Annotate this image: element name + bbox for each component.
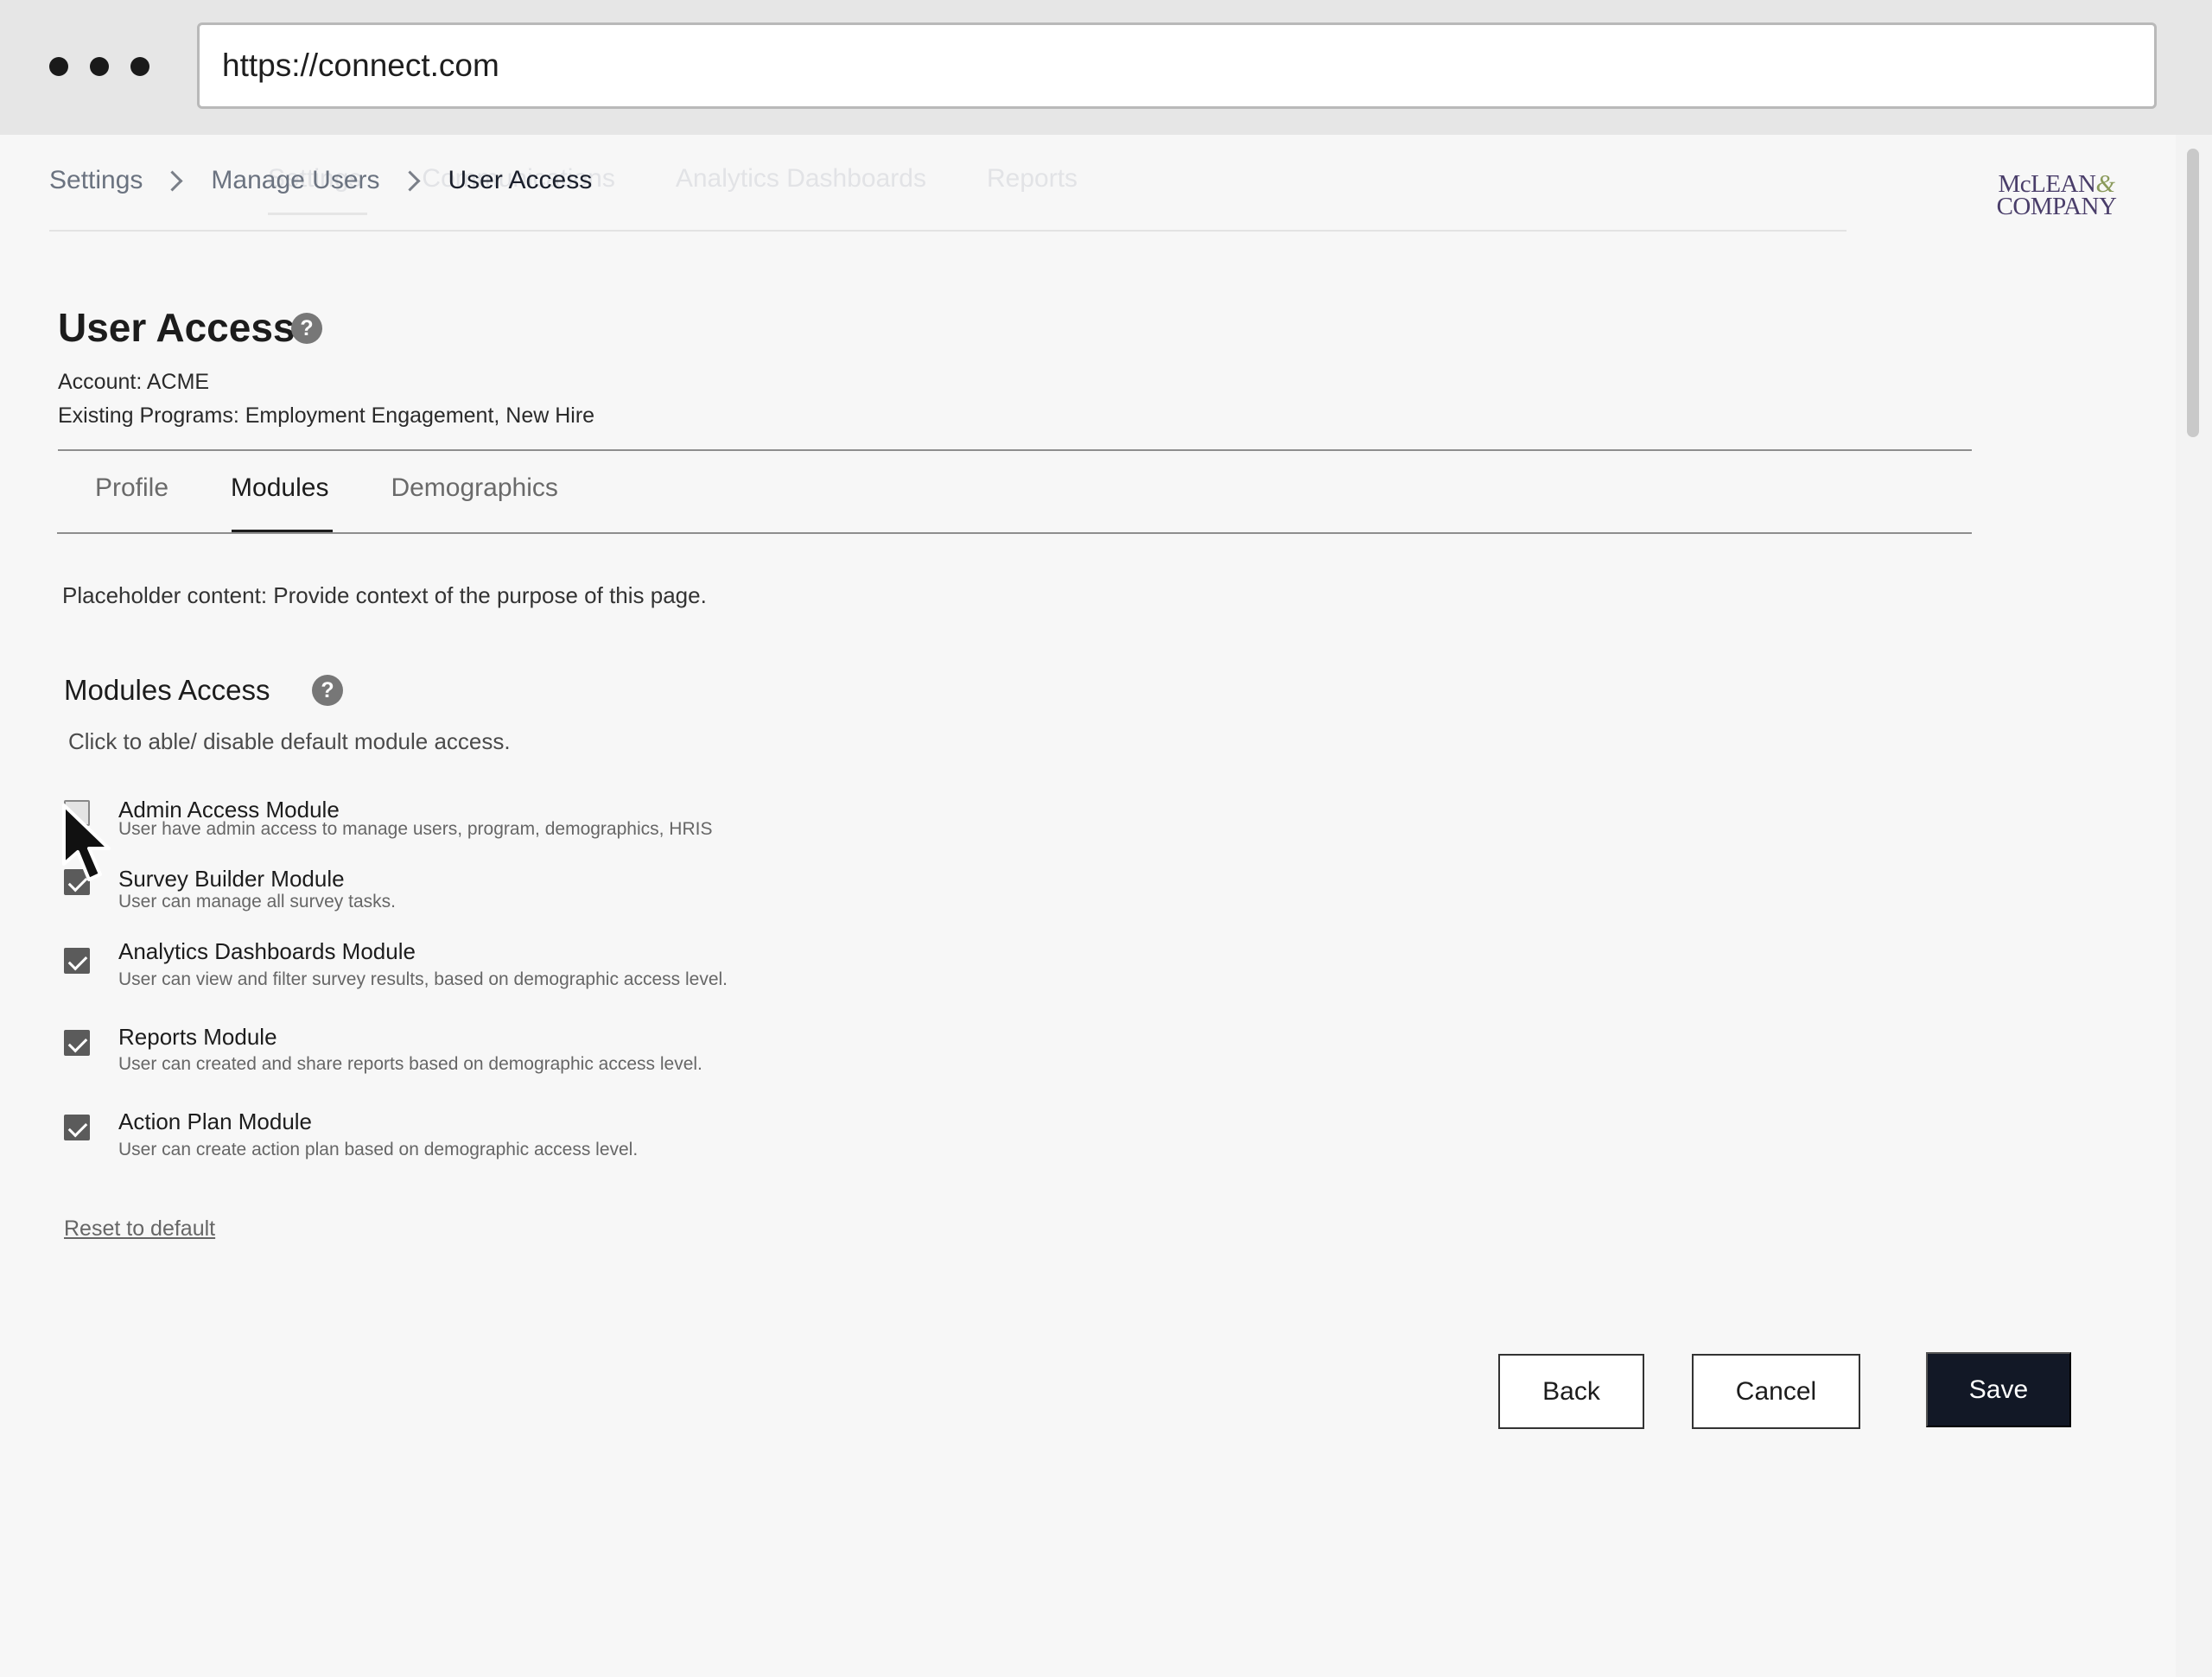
menu-dot-icon	[90, 57, 109, 76]
action-plan-checkbox[interactable]	[64, 1115, 90, 1140]
module-description: User can view and filter survey results,…	[118, 969, 728, 989]
module-description: User have admin access to manage users, …	[118, 819, 713, 839]
reports-checkbox[interactable]	[64, 1030, 90, 1056]
module-description: User can manage all survey tasks.	[118, 892, 396, 912]
breadcrumb: Settings Manage Users User Access	[49, 166, 592, 195]
logo-line2: COMPANY	[1996, 193, 2117, 220]
ghost-nav-item: Analytics Dashboards	[675, 164, 926, 193]
url-text: https://connect.com	[222, 48, 499, 83]
modules-access-title: Modules Access	[64, 674, 270, 706]
browser-toolbar: https://connect.com	[0, 0, 2212, 135]
module-name: Analytics Dashboards Module	[118, 938, 416, 964]
mouse-pointer-icon	[62, 804, 111, 881]
breadcrumb-manage-users[interactable]: Manage Users	[211, 166, 379, 195]
ghost-nav-item: Reports	[986, 164, 1078, 193]
breadcrumb-user-access: User Access	[448, 166, 593, 194]
header-divider	[58, 449, 1972, 451]
module-name: Action Plan Module	[118, 1108, 313, 1134]
help-icon[interactable]: ?	[291, 313, 322, 344]
module-name: Survey Builder Module	[118, 866, 345, 892]
tab-bar: Profile Modules Demographics	[57, 473, 558, 503]
module-description: User can create action plan based on dem…	[118, 1140, 639, 1159]
tab-demographics[interactable]: Demographics	[391, 473, 557, 503]
ghost-nav-underline	[268, 213, 367, 215]
page-context-text: Placeholder content: Provide context of …	[62, 582, 707, 608]
analytics-dashboards-checkbox[interactable]	[64, 948, 90, 974]
tab-profile[interactable]: Profile	[95, 473, 168, 503]
save-button[interactable]: Save	[1926, 1352, 2071, 1427]
modules-access-description: Click to able/ disable default module ac…	[68, 728, 511, 754]
reset-to-default-link[interactable]: Reset to default	[64, 1216, 215, 1242]
company-logo: McLEAN& COMPANY	[1987, 172, 2126, 220]
chevron-right-icon	[162, 169, 183, 192]
module-description: User can created and share reports based…	[118, 1054, 702, 1074]
existing-programs-label: Existing Programs: Employment Engagement…	[58, 403, 595, 428]
scrollbar-thumb[interactable]	[2187, 149, 2199, 437]
address-bar[interactable]: https://connect.com	[197, 22, 2157, 109]
breadcrumb-divider	[49, 230, 1847, 232]
account-label: Account: ACME	[58, 370, 210, 394]
help-icon[interactable]: ?	[312, 675, 343, 706]
back-button[interactable]: Back	[1498, 1354, 1644, 1429]
page-title: User Access	[58, 305, 296, 350]
module-name: Reports Module	[118, 1024, 277, 1050]
chevron-right-icon	[398, 169, 421, 192]
cancel-button[interactable]: Cancel	[1692, 1354, 1860, 1429]
tab-modules[interactable]: Modules	[231, 473, 328, 503]
window-menu-icon[interactable]	[49, 57, 171, 76]
tabs-divider	[57, 532, 1972, 534]
menu-dot-icon	[49, 57, 68, 76]
menu-dot-icon	[130, 57, 149, 76]
breadcrumb-settings[interactable]: Settings	[49, 166, 143, 195]
